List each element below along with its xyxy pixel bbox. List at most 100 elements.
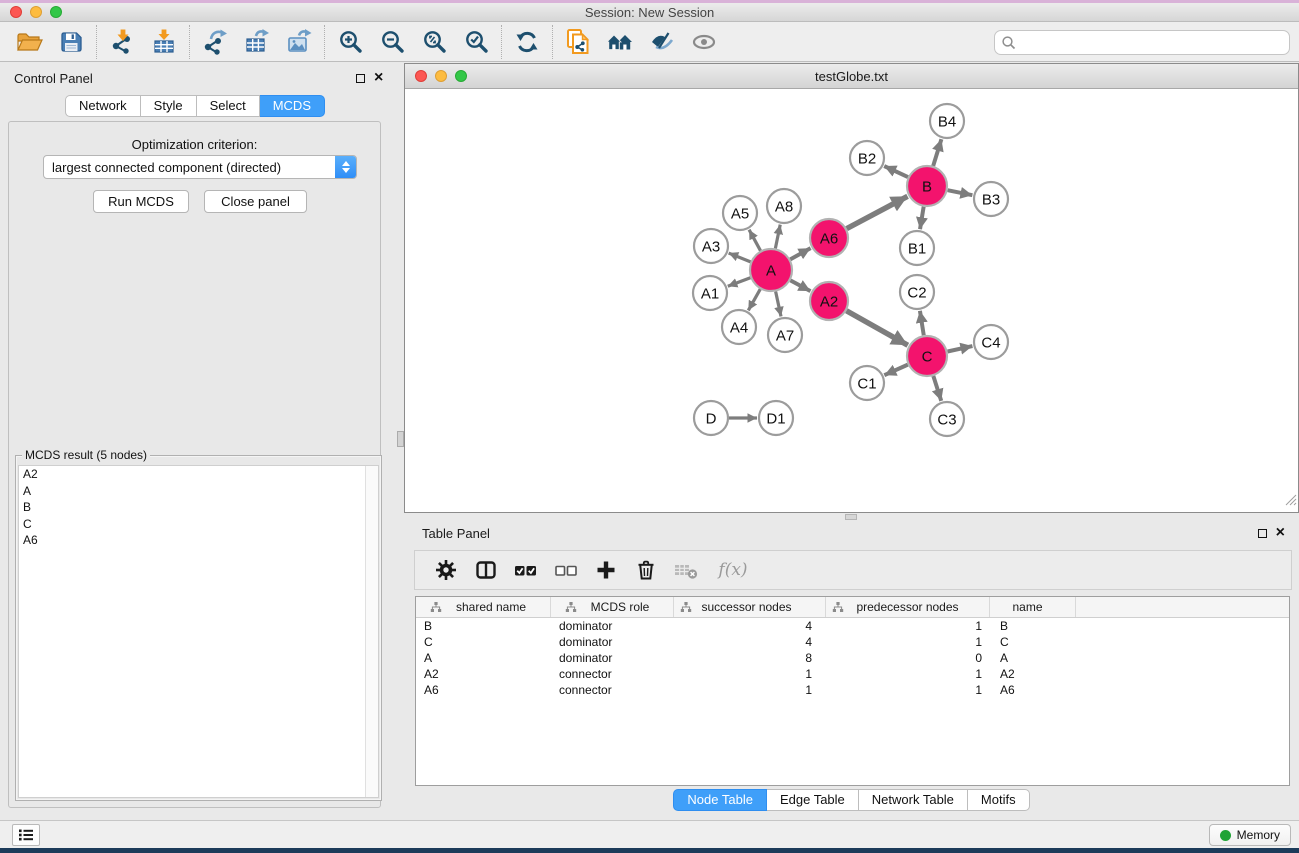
node-A7[interactable]: A7 — [768, 318, 802, 352]
edge-A6-B[interactable] — [847, 196, 908, 228]
edge-B-B4[interactable] — [933, 139, 941, 166]
edge-A-A3[interactable] — [729, 253, 751, 262]
search-input[interactable] — [1017, 33, 1289, 53]
tab-network-table[interactable]: Network Table — [859, 789, 968, 811]
node-B1[interactable]: B1 — [900, 231, 934, 265]
run-mcds-button[interactable]: Run MCDS — [93, 190, 189, 213]
tab-style[interactable]: Style — [141, 95, 197, 117]
select-all-icon[interactable] — [511, 555, 541, 585]
node-B4[interactable]: B4 — [930, 104, 964, 138]
close-table-panel-icon[interactable]: × — [1276, 527, 1285, 539]
result-item[interactable]: B — [19, 499, 378, 516]
tab-mcds[interactable]: MCDS — [260, 95, 325, 117]
memory-button[interactable]: Memory — [1209, 824, 1291, 846]
result-item[interactable]: A2 — [19, 466, 378, 483]
table-row[interactable]: A2connector11A2 — [416, 666, 1289, 682]
delete-columns-icon[interactable] — [631, 555, 661, 585]
tab-node-table[interactable]: Node Table — [673, 789, 767, 811]
node-B[interactable]: B — [907, 166, 947, 206]
function-builder-icon[interactable]: f(x) — [711, 555, 755, 585]
column-header-predecessor-nodes[interactable]: predecessor nodes — [826, 597, 990, 617]
edge-C-C1[interactable] — [884, 365, 908, 376]
edge-A-A2[interactable] — [790, 280, 810, 291]
edge-B-B3[interactable] — [948, 190, 973, 195]
edge-C-C4[interactable] — [948, 346, 973, 351]
import-network-icon[interactable] — [101, 24, 143, 60]
column-header-shared-name[interactable]: shared name — [416, 597, 551, 617]
edge-B-B2[interactable] — [884, 166, 908, 177]
edge-C-C3[interactable] — [933, 376, 941, 401]
zoom-out-icon[interactable] — [371, 24, 413, 60]
tab-network[interactable]: Network — [65, 95, 141, 117]
refresh-view-icon[interactable] — [506, 24, 548, 60]
table-row[interactable]: A6connector11A6 — [416, 682, 1289, 698]
table-row[interactable]: Adominator80A — [416, 650, 1289, 666]
result-item[interactable]: A — [19, 483, 378, 500]
node-D[interactable]: D — [694, 401, 728, 435]
edge-A-A8[interactable] — [775, 225, 780, 249]
tab-select[interactable]: Select — [197, 95, 260, 117]
node-C4[interactable]: C4 — [974, 325, 1008, 359]
search-field[interactable] — [994, 30, 1290, 55]
edge-B-B1[interactable] — [920, 207, 924, 230]
node-A1[interactable]: A1 — [693, 276, 727, 310]
edge-A-A1[interactable] — [728, 278, 751, 287]
node-A[interactable]: A — [750, 249, 792, 291]
node-D1[interactable]: D1 — [759, 401, 793, 435]
zoom-in-icon[interactable] — [329, 24, 371, 60]
zoom-selected-icon[interactable] — [455, 24, 497, 60]
node-B2[interactable]: B2 — [850, 141, 884, 175]
float-table-panel-icon[interactable] — [1258, 529, 1267, 538]
network-graph[interactable]: B4B2BB3A5A8A6A3B1AA1C2A2A4A7C4CC1DD1C3 — [405, 89, 1298, 512]
node-table[interactable]: shared name MCDS role successor nodes pr… — [415, 596, 1290, 786]
node-C[interactable]: C — [907, 336, 947, 376]
add-column-icon[interactable] — [591, 555, 621, 585]
network-manager-icon[interactable] — [599, 24, 641, 60]
node-C3[interactable]: C3 — [930, 402, 964, 436]
close-panel-button[interactable]: Close panel — [204, 190, 307, 213]
optimization-criterion-dropdown[interactable]: largest connected component (directed) — [43, 155, 357, 179]
node-A2[interactable]: A2 — [810, 282, 848, 320]
export-table-icon[interactable] — [236, 24, 278, 60]
edge-A-A4[interactable] — [748, 289, 760, 310]
open-session-icon[interactable] — [8, 24, 50, 60]
column-header-name[interactable]: name — [990, 597, 1076, 617]
edge-A-A7[interactable] — [776, 292, 781, 317]
node-B3[interactable]: B3 — [974, 182, 1008, 216]
network-vertical-scrollbar-thumb[interactable] — [397, 431, 404, 447]
hide-graphics-details-icon[interactable] — [641, 24, 683, 60]
export-network-icon[interactable] — [194, 24, 236, 60]
delete-table-icon[interactable] — [671, 555, 701, 585]
settings-gear-icon[interactable] — [431, 555, 461, 585]
float-panel-icon[interactable] — [356, 74, 365, 83]
node-A4[interactable]: A4 — [722, 310, 756, 344]
mcds-result-list[interactable]: A2ABCA6 — [18, 465, 379, 798]
network-canvas[interactable]: B4B2BB3A5A8A6A3B1AA1C2A2A4A7C4CC1DD1C3 — [405, 89, 1298, 512]
edge-A-A6[interactable] — [790, 248, 810, 259]
column-header-successor-nodes[interactable]: successor nodes — [674, 597, 826, 617]
table-row[interactable]: Bdominator41B — [416, 618, 1289, 634]
tab-edge-table[interactable]: Edge Table — [767, 789, 859, 811]
node-C1[interactable]: C1 — [850, 366, 884, 400]
deselect-all-icon[interactable] — [551, 555, 581, 585]
column-visibility-icon[interactable] — [471, 555, 501, 585]
edge-C-C2[interactable] — [920, 311, 924, 335]
node-A5[interactable]: A5 — [723, 196, 757, 230]
result-item[interactable]: A6 — [19, 532, 378, 549]
node-A3[interactable]: A3 — [694, 229, 728, 263]
node-C2[interactable]: C2 — [900, 275, 934, 309]
tab-motifs[interactable]: Motifs — [968, 789, 1030, 811]
show-hide-panels-icon[interactable] — [683, 24, 725, 60]
table-row[interactable]: Cdominator41C — [416, 634, 1289, 650]
task-history-button[interactable] — [12, 824, 40, 846]
zoom-fit-icon[interactable] — [413, 24, 455, 60]
export-image-icon[interactable] — [278, 24, 320, 60]
import-table-icon[interactable] — [143, 24, 185, 60]
edge-A2-C[interactable] — [846, 311, 907, 345]
edge-A-A5[interactable] — [749, 230, 760, 251]
save-session-icon[interactable] — [50, 24, 92, 60]
close-panel-icon[interactable]: × — [374, 72, 383, 84]
window-resize-grip[interactable] — [1284, 493, 1297, 511]
result-scrollbar[interactable] — [365, 466, 378, 797]
clone-network-icon[interactable] — [557, 24, 599, 60]
